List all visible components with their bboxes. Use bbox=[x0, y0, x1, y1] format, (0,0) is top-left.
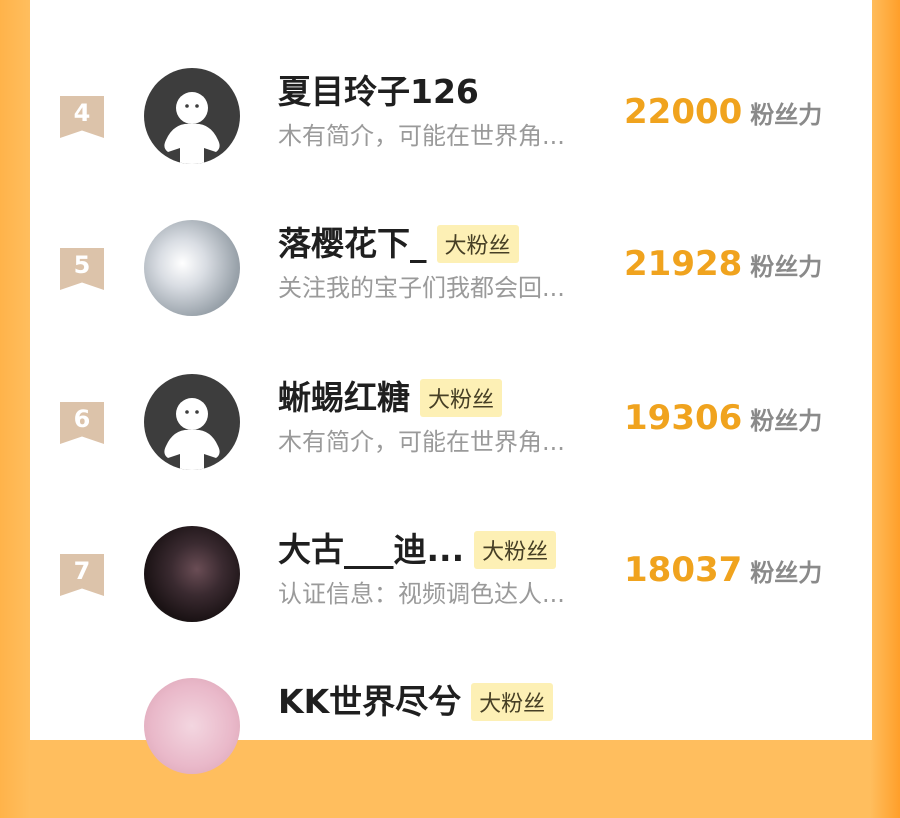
score-value: 22000 bbox=[624, 92, 743, 132]
user-description: 木有简介，可能在世界角... bbox=[278, 428, 565, 456]
fan-power-score: 22000 粉丝力 bbox=[624, 90, 822, 134]
ranking-row[interactable]: 4 夏目玲子126 木有简介，可能在世界角... 22000 粉丝力 bbox=[30, 68, 872, 208]
user-name-line: KK世界尽兮 大粉丝 bbox=[278, 682, 554, 722]
user-name[interactable]: KK世界尽兮 bbox=[278, 682, 461, 722]
fan-power-score: 21928 粉丝力 bbox=[624, 242, 822, 286]
ranking-row[interactable]: 5 落樱花下_ 大粉丝 关注我的宝子们我都会回... 21928 粉丝力 bbox=[30, 220, 872, 360]
rank-flag-icon: 6 bbox=[60, 402, 104, 444]
rank-flag-icon: 7 bbox=[60, 554, 104, 596]
fan-power-score: 19306 粉丝力 bbox=[624, 396, 822, 440]
ranking-row-previous[interactable] bbox=[30, 0, 872, 40]
big-fan-badge: 大粉丝 bbox=[436, 225, 519, 263]
score-value: 19306 bbox=[624, 398, 743, 438]
user-photo-avatar[interactable] bbox=[144, 526, 240, 622]
ranking-card: 4 夏目玲子126 木有简介，可能在世界角... 22000 粉丝力 5 落樱花下… bbox=[30, 0, 872, 774]
user-name-line: 落樱花下_ 大粉丝 bbox=[278, 224, 519, 264]
big-fan-badge: 大粉丝 bbox=[420, 379, 503, 417]
user-name[interactable]: 蜥蜴红糖 bbox=[278, 378, 410, 418]
score-unit: 粉丝力 bbox=[750, 253, 823, 281]
big-fan-badge: 大粉丝 bbox=[471, 683, 554, 721]
rank-number: 7 bbox=[73, 557, 91, 585]
person-silhouette-icon bbox=[164, 398, 220, 470]
score-unit: 粉丝力 bbox=[750, 101, 823, 129]
person-silhouette-icon bbox=[164, 92, 220, 164]
rank-number: 4 bbox=[73, 99, 91, 127]
score-value: 18037 bbox=[624, 550, 743, 590]
ranking-row[interactable]: KK世界尽兮 大粉丝 bbox=[30, 678, 872, 818]
user-photo-avatar[interactable] bbox=[144, 678, 240, 774]
fan-power-score: 18037 粉丝力 bbox=[624, 548, 822, 592]
default-avatar-icon[interactable] bbox=[144, 68, 240, 164]
user-name-line: 蜥蜴红糖 大粉丝 bbox=[278, 378, 503, 418]
default-avatar-icon[interactable] bbox=[144, 374, 240, 470]
ranking-row[interactable]: 6 蜥蜴红糖 大粉丝 木有简介，可能在世界角... 19306 粉丝力 bbox=[30, 374, 872, 514]
user-name-line: 大古___迪... 大粉丝 bbox=[278, 530, 557, 570]
score-value: 21928 bbox=[624, 244, 743, 284]
big-fan-badge: 大粉丝 bbox=[474, 531, 557, 569]
rank-number: 6 bbox=[73, 405, 91, 433]
rank-flag-icon: 5 bbox=[60, 248, 104, 290]
user-photo-avatar[interactable] bbox=[144, 220, 240, 316]
rank-number: 5 bbox=[73, 251, 91, 279]
user-name[interactable]: 夏目玲子126 bbox=[278, 72, 479, 112]
user-description: 木有简介，可能在世界角... bbox=[278, 122, 565, 150]
score-unit: 粉丝力 bbox=[750, 559, 823, 587]
user-description: 关注我的宝子们我都会回... bbox=[278, 274, 565, 302]
user-name[interactable]: 落樱花下_ bbox=[278, 224, 427, 264]
user-name[interactable]: 大古___迪... bbox=[278, 530, 464, 570]
user-description: 认证信息：视频调色达人... bbox=[278, 580, 565, 608]
rank-flag-icon: 4 bbox=[60, 96, 104, 138]
score-unit: 粉丝力 bbox=[750, 407, 823, 435]
user-name-line: 夏目玲子126 bbox=[278, 72, 479, 112]
ranking-row[interactable]: 7 大古___迪... 大粉丝 认证信息：视频调色达人... 18037 粉丝力 bbox=[30, 526, 872, 666]
